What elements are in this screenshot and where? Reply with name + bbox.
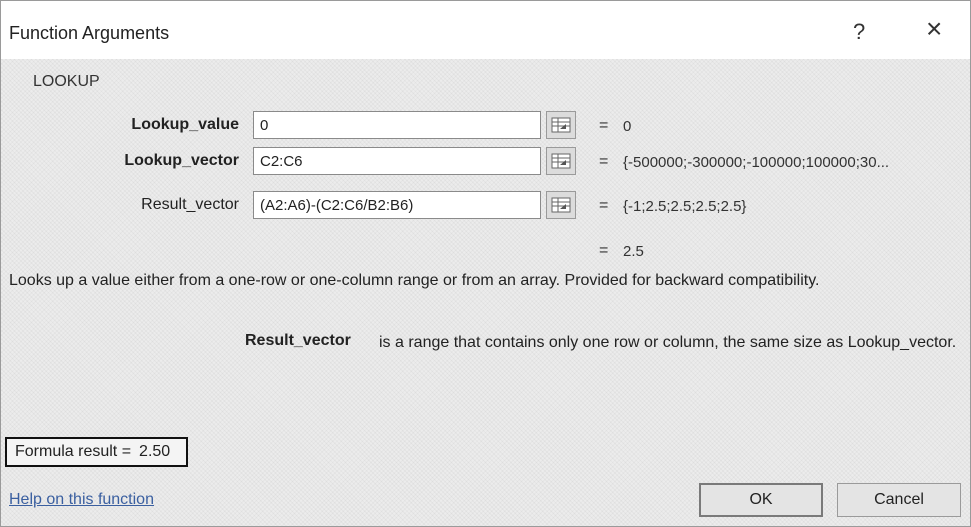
- function-description: Looks up a value either from a one-row o…: [9, 272, 820, 289]
- arg-equals: =: [599, 197, 609, 214]
- formula-result-value: 2.50: [139, 443, 171, 460]
- result-equals: =: [599, 242, 609, 259]
- close-icon[interactable]: ×: [926, 15, 942, 43]
- title-bar: Function Arguments ? ×: [1, 1, 970, 59]
- cancel-button[interactable]: Cancel: [837, 483, 961, 517]
- ok-button[interactable]: OK: [699, 483, 823, 517]
- lookup-vector-evaluated: {-500000;-300000;-100000;100000;30...: [623, 154, 890, 171]
- arg-label-result-vector: Result_vector: [141, 196, 239, 213]
- function-arguments-dialog: Function Arguments ? × LOOKUP Lookup_val…: [0, 0, 971, 527]
- collapse-dialog-icon[interactable]: [546, 111, 576, 139]
- argument-help-name: Result_vector: [245, 332, 351, 349]
- arg-equals: =: [599, 117, 609, 134]
- lookup-vector-input[interactable]: [253, 147, 541, 175]
- formula-result-label: Formula result =: [15, 443, 132, 460]
- result-vector-input[interactable]: [253, 191, 541, 219]
- collapse-dialog-icon[interactable]: [546, 191, 576, 219]
- help-on-function-link[interactable]: Help on this function: [9, 491, 154, 509]
- lookup-value-input[interactable]: [253, 111, 541, 139]
- formula-result: Formula result = 2.50: [5, 437, 189, 467]
- dialog-title: Function Arguments: [9, 23, 170, 43]
- arg-label-lookup-value: Lookup_value: [131, 116, 239, 133]
- arg-label-lookup-vector: Lookup_vector: [124, 152, 239, 169]
- argument-help-text: is a range that contains only one row or…: [379, 334, 957, 351]
- arg-equals: =: [599, 153, 609, 170]
- lookup-value-evaluated: 0: [623, 118, 632, 135]
- function-result: 2.5: [623, 243, 644, 260]
- function-name: LOOKUP: [33, 73, 100, 90]
- help-button[interactable]: ?: [853, 19, 865, 45]
- collapse-dialog-icon[interactable]: [546, 147, 576, 175]
- result-vector-evaluated: {-1;2.5;2.5;2.5;2.5}: [623, 198, 747, 215]
